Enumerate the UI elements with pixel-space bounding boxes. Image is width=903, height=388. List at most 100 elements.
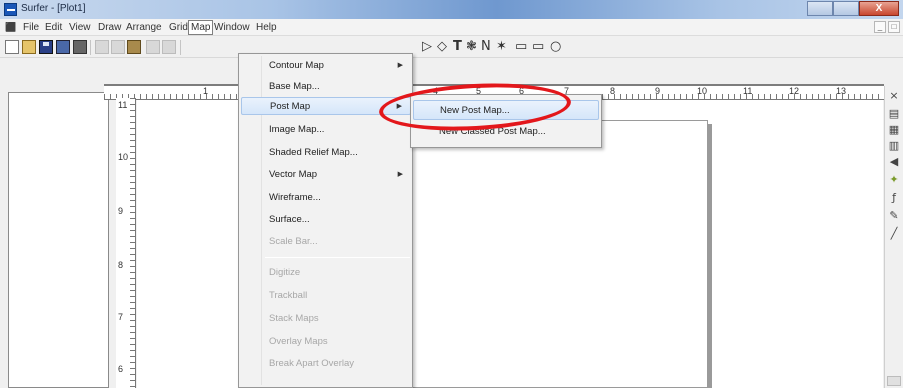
- menu-item-label: Trackball: [269, 290, 308, 301]
- line-tool-icon[interactable]: ╱: [888, 228, 900, 240]
- toolbar: ▷ ◇ T ❃ N ✶ ▭ ▭ ○: [0, 37, 903, 58]
- menu-item-label: Image Map...: [269, 124, 325, 135]
- table-icon[interactable]: ▥: [888, 140, 900, 152]
- title-bar: Surfer - [Plot1] X: [0, 0, 903, 19]
- window-controls: X: [807, 1, 899, 17]
- close-button[interactable]: X: [859, 1, 899, 16]
- ruler-number: 8: [118, 260, 124, 270]
- ruler-number: 1: [203, 86, 209, 96]
- menu-item-label: Vector Map: [269, 169, 318, 180]
- open-folder-icon[interactable]: [22, 40, 36, 54]
- ruler-number: 9: [118, 206, 124, 216]
- menu-window[interactable]: Window: [213, 21, 251, 34]
- copy-icon[interactable]: [111, 40, 125, 54]
- menu-draw[interactable]: Draw: [97, 21, 122, 34]
- menu-item-label: Scale Bar...: [269, 236, 318, 247]
- menu-arrange[interactable]: Arrange: [125, 21, 163, 34]
- menu-item-base-map[interactable]: Base Map...: [241, 78, 411, 96]
- menu-bar: ⬛ File Edit View Draw Arrange Grid Map W…: [0, 19, 903, 36]
- menu-item-label: Stack Maps: [269, 313, 319, 324]
- ruler-number: 13: [836, 86, 847, 96]
- menu-separator: [265, 257, 410, 258]
- ruler-number: 7: [118, 312, 124, 322]
- object-manager-pane[interactable]: [8, 92, 109, 388]
- menu-item-label: Break Apart Overlay: [269, 358, 355, 369]
- ruler-number: 12: [789, 86, 800, 96]
- properties-icon[interactable]: [56, 40, 70, 54]
- menu-map[interactable]: Map: [188, 20, 214, 35]
- menu-item-label: Surface...: [269, 214, 310, 225]
- surfer-window: Surfer - [Plot1] X ⬛ File Edit View Draw…: [0, 0, 903, 388]
- menu-item-stack-maps[interactable]: Stack Maps: [241, 310, 411, 328]
- menu-item-label: Base Map...: [269, 81, 320, 92]
- menu-item-wireframe[interactable]: Wireframe...: [241, 189, 411, 207]
- arrow-tool-icon[interactable]: ◀: [888, 156, 900, 168]
- menu-item-vector-map[interactable]: Vector Map ▶: [241, 166, 411, 184]
- menu-help[interactable]: Help: [255, 21, 278, 34]
- minimize-button[interactable]: [807, 1, 833, 16]
- function-icon[interactable]: ƒ: [888, 192, 900, 204]
- menu-item-label: Digitize: [269, 267, 301, 278]
- reshape-icon[interactable]: ◇: [437, 38, 447, 56]
- submenu-arrow-icon: ▶: [397, 171, 403, 178]
- redo-icon[interactable]: [162, 40, 176, 54]
- menu-item-image-map[interactable]: Image Map...: [241, 121, 411, 139]
- grid-icon[interactable]: ▦: [888, 124, 900, 136]
- submenu-arrow-icon: ▶: [397, 62, 403, 69]
- menu-item-break-apart-overlay[interactable]: Break Apart Overlay: [241, 355, 411, 373]
- menu-file[interactable]: File: [22, 21, 40, 34]
- polygon-tool-icon[interactable]: ❃: [466, 38, 477, 56]
- menu-item-label: Shaded Relief Map...: [269, 147, 358, 158]
- scroll-thumb[interactable]: [887, 376, 901, 386]
- cut-icon[interactable]: [95, 40, 109, 54]
- menu-item-contour-map[interactable]: Contour Map ▶: [241, 57, 411, 75]
- star-icon[interactable]: ✦: [888, 174, 900, 186]
- document-icon[interactable]: ⬛: [5, 22, 16, 32]
- ruler-number: 11: [743, 86, 753, 96]
- print-icon[interactable]: [73, 40, 87, 54]
- menu-grid[interactable]: Grid: [168, 21, 189, 34]
- digitize-icon[interactable]: ✎: [888, 210, 900, 222]
- ruler-number: 6: [118, 364, 124, 374]
- rectangle-tool-icon[interactable]: ▭: [515, 38, 527, 56]
- paste-icon[interactable]: [127, 40, 141, 54]
- toolbar-separator: [180, 40, 181, 55]
- plot-page[interactable]: [400, 120, 708, 388]
- ruler-number: 10: [697, 86, 708, 96]
- new-document-icon[interactable]: [5, 40, 19, 54]
- ruler-number: 8: [610, 86, 616, 96]
- save-disk-icon[interactable]: [39, 40, 53, 54]
- rounded-rectangle-tool-icon[interactable]: ▭: [532, 38, 544, 56]
- menu-item-trackball[interactable]: Trackball: [241, 287, 411, 305]
- menu-item-label: Contour Map: [269, 60, 324, 71]
- window-title: Surfer - [Plot1]: [21, 3, 86, 14]
- doc-restore-button[interactable]: □: [888, 21, 900, 33]
- undo-icon[interactable]: [146, 40, 160, 54]
- menu-item-label: Post Map: [270, 101, 311, 112]
- menu-edit[interactable]: Edit: [44, 21, 63, 34]
- surfer-app-icon[interactable]: [4, 3, 17, 16]
- ruler-number: 9: [655, 86, 661, 96]
- menu-item-label: Overlay Maps: [269, 336, 328, 347]
- side-toolbar: × ▤ ▦ ▥ ◀ ✦ ƒ ✎ ╱: [884, 86, 903, 388]
- menu-item-overlay-maps[interactable]: Overlay Maps: [241, 333, 411, 351]
- maximize-button[interactable]: [833, 1, 859, 16]
- menu-item-scale-bar[interactable]: Scale Bar...: [241, 233, 411, 251]
- menu-item-surface[interactable]: Surface...: [241, 211, 411, 229]
- doc-minimize-button[interactable]: _: [874, 21, 886, 33]
- symbol-tool-icon[interactable]: ✶: [496, 38, 507, 56]
- layer-icon[interactable]: ▤: [888, 108, 900, 120]
- polyline-tool-icon[interactable]: N: [481, 38, 491, 56]
- close-pane-icon[interactable]: ×: [888, 90, 900, 102]
- select-arrow-icon[interactable]: ▷: [422, 38, 432, 56]
- toolbar-separator: [90, 40, 91, 55]
- menu-view[interactable]: View: [68, 21, 92, 34]
- vertical-ruler: [116, 98, 136, 388]
- menu-item-digitize[interactable]: Digitize: [241, 264, 411, 282]
- document-window-controls: _ □: [872, 21, 900, 33]
- ruler-number: 10: [118, 152, 129, 162]
- text-tool-icon[interactable]: T: [453, 38, 462, 56]
- ellipse-tool-icon[interactable]: ○: [550, 38, 561, 56]
- menu-item-label: Wireframe...: [269, 192, 321, 203]
- menu-item-shaded-relief-map[interactable]: Shaded Relief Map...: [241, 144, 411, 162]
